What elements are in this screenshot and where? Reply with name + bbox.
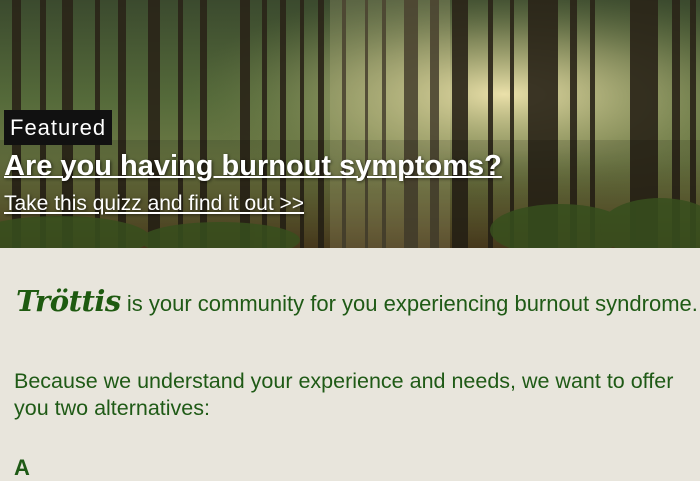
quiz-link[interactable]: Take this quizz and find it out >> <box>4 192 304 216</box>
intro-text: is your community for you experiencing b… <box>120 291 698 316</box>
intro-paragraph: Because we understand your experience an… <box>14 369 674 420</box>
brand-logo-text: Tröttis <box>16 284 121 318</box>
alternatives-heading-partial: A <box>14 455 694 481</box>
hero-banner[interactable]: Featured Are you having burnout symptoms… <box>0 0 700 248</box>
hero-title-link[interactable]: Are you having burnout symptoms? <box>4 150 502 183</box>
intro-line: Tröttis is your community for you experi… <box>16 284 698 318</box>
featured-badge: Featured <box>4 110 113 145</box>
